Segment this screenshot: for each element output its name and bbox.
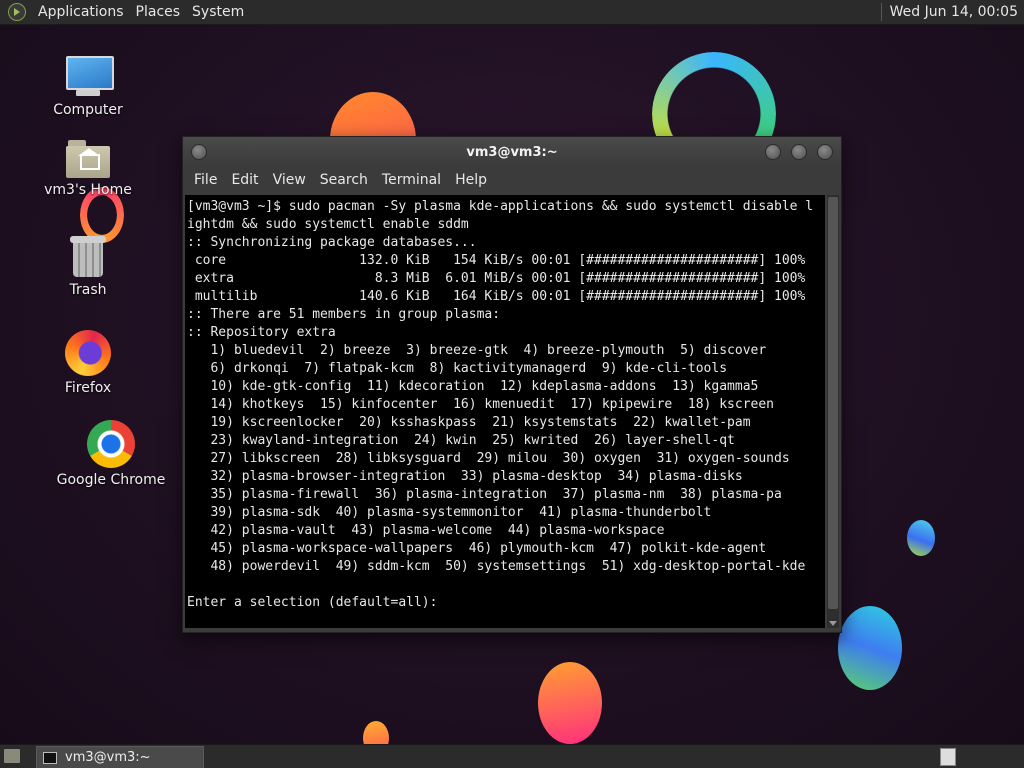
- terminal-line: ightdm && sudo systemctl enable sddm: [187, 217, 469, 232]
- terminal-line: 27) libkscreen 28) libksysguard 29) milo…: [187, 451, 790, 466]
- clock[interactable]: Wed Jun 14, 00:05: [890, 4, 1018, 20]
- terminal-line: core 132.0 KiB 154 KiB/s 00:01 [########…: [187, 253, 806, 268]
- menu-view[interactable]: View: [266, 172, 313, 188]
- desktop-icon-home[interactable]: vm3's Home: [38, 126, 138, 198]
- terminal-line: 35) plasma-firewall 36) plasma-integrati…: [187, 487, 782, 502]
- main-menu-logo-icon[interactable]: [8, 3, 26, 21]
- taskbar-item-terminal[interactable]: vm3@vm3:~: [36, 746, 204, 768]
- menu-file[interactable]: File: [187, 172, 224, 188]
- wallpaper-blob: [363, 721, 389, 744]
- applications-menu[interactable]: Applications: [32, 4, 130, 20]
- show-desktop-icon[interactable]: [4, 749, 20, 763]
- menu-terminal[interactable]: Terminal: [375, 172, 448, 188]
- terminal-line: :: Synchronizing package databases...: [187, 235, 477, 250]
- terminal-line: 39) plasma-sdk 40) plasma-systemmonitor …: [187, 505, 712, 520]
- home-folder-icon: [66, 140, 110, 178]
- wallpaper-blob: [838, 606, 902, 690]
- minimize-button[interactable]: [765, 144, 781, 160]
- system-menu[interactable]: System: [186, 4, 250, 20]
- window-title: vm3@vm3:~: [466, 145, 558, 160]
- computer-icon: [64, 54, 114, 98]
- bottom-panel: vm3@vm3:~: [0, 744, 1024, 768]
- desktop-icon-label: vm3's Home: [44, 182, 132, 198]
- taskbar-item-label: vm3@vm3:~: [65, 750, 151, 765]
- terminal-line: 23) kwayland-integration 24) kwin 25) kw…: [187, 433, 735, 448]
- trash-icon: [70, 236, 106, 278]
- terminal-line: 45) plasma-workspace-wallpapers 46) plym…: [187, 541, 767, 556]
- window-titlebar[interactable]: vm3@vm3:~: [183, 137, 841, 167]
- menu-help[interactable]: Help: [448, 172, 494, 188]
- firefox-icon: [65, 330, 111, 376]
- terminal-window[interactable]: vm3@vm3:~ File Edit View Search Terminal…: [182, 136, 842, 633]
- terminal-line: extra 8.3 MiB 6.01 MiB/s 00:01 [########…: [187, 271, 806, 286]
- places-menu[interactable]: Places: [130, 4, 187, 20]
- desktop-icon-label: Trash: [69, 282, 107, 298]
- top-panel: Applications Places System Wed Jun 14, 0…: [0, 0, 1024, 25]
- terminal-output[interactable]: [vm3@vm3 ~]$ sudo pacman -Sy plasma kde-…: [185, 195, 825, 628]
- terminal-line: 1) bluedevil 2) breeze 3) breeze-gtk 4) …: [187, 343, 767, 358]
- terminal-line: ​: [187, 576, 825, 594]
- close-button[interactable]: [817, 144, 833, 160]
- terminal-line: 6) drkonqi 7) flatpak-kcm 8) kactivityma…: [187, 361, 728, 376]
- terminal-scrollbar[interactable]: [827, 195, 839, 628]
- wallpaper-blob: [538, 662, 602, 744]
- menu-edit[interactable]: Edit: [224, 172, 265, 188]
- scrollbar-thumb[interactable]: [828, 197, 838, 609]
- terminal-line: 14) khotkeys 15) kinfocenter 16) kmenued…: [187, 397, 774, 412]
- terminal-icon: [43, 751, 57, 764]
- terminal-line: multilib 140.6 KiB 164 KiB/s 00:01 [####…: [187, 289, 806, 304]
- desktop-icon-firefox[interactable]: Firefox: [38, 324, 138, 396]
- terminal-menubar: File Edit View Search Terminal Help: [183, 167, 841, 193]
- desktop-icon-computer[interactable]: Computer: [38, 46, 138, 118]
- desktop-icon-label: Computer: [53, 102, 123, 118]
- terminal-line: 48) powerdevil 49) sddm-kcm 50) systemse…: [187, 559, 806, 574]
- terminal-line: :: Repository extra: [187, 325, 336, 340]
- workspace-switcher[interactable]: [940, 748, 956, 766]
- terminal-line: 10) kde-gtk-config 11) kdecoration 12) k…: [187, 379, 759, 394]
- terminal-prompt-line[interactable]: Enter a selection (default=all):: [187, 594, 825, 612]
- scroll-down-arrow-icon[interactable]: [829, 621, 837, 626]
- terminal-line: :: There are 51 members in group plasma:: [187, 307, 501, 322]
- desktop-icon-trash[interactable]: Trash: [38, 226, 138, 298]
- desktop-icon-chrome[interactable]: Google Chrome: [57, 416, 165, 488]
- terminal-line: 32) plasma-browser-integration 33) plasm…: [187, 469, 743, 484]
- terminal-line: [vm3@vm3 ~]$ sudo pacman -Sy plasma kde-…: [187, 199, 814, 214]
- desktop-icon-label: Google Chrome: [56, 472, 166, 488]
- panel-separator: [880, 3, 882, 21]
- terminal-line: 19) kscreenlocker 20) ksshaskpass 21) ks…: [187, 415, 751, 430]
- desktop-icon-label: Firefox: [64, 380, 112, 396]
- maximize-button[interactable]: [791, 144, 807, 160]
- wallpaper-blob: [907, 520, 935, 556]
- terminal-line: 42) plasma-vault 43) plasma-welcome 44) …: [187, 523, 665, 538]
- chrome-icon: [87, 420, 135, 468]
- menu-search[interactable]: Search: [313, 172, 375, 188]
